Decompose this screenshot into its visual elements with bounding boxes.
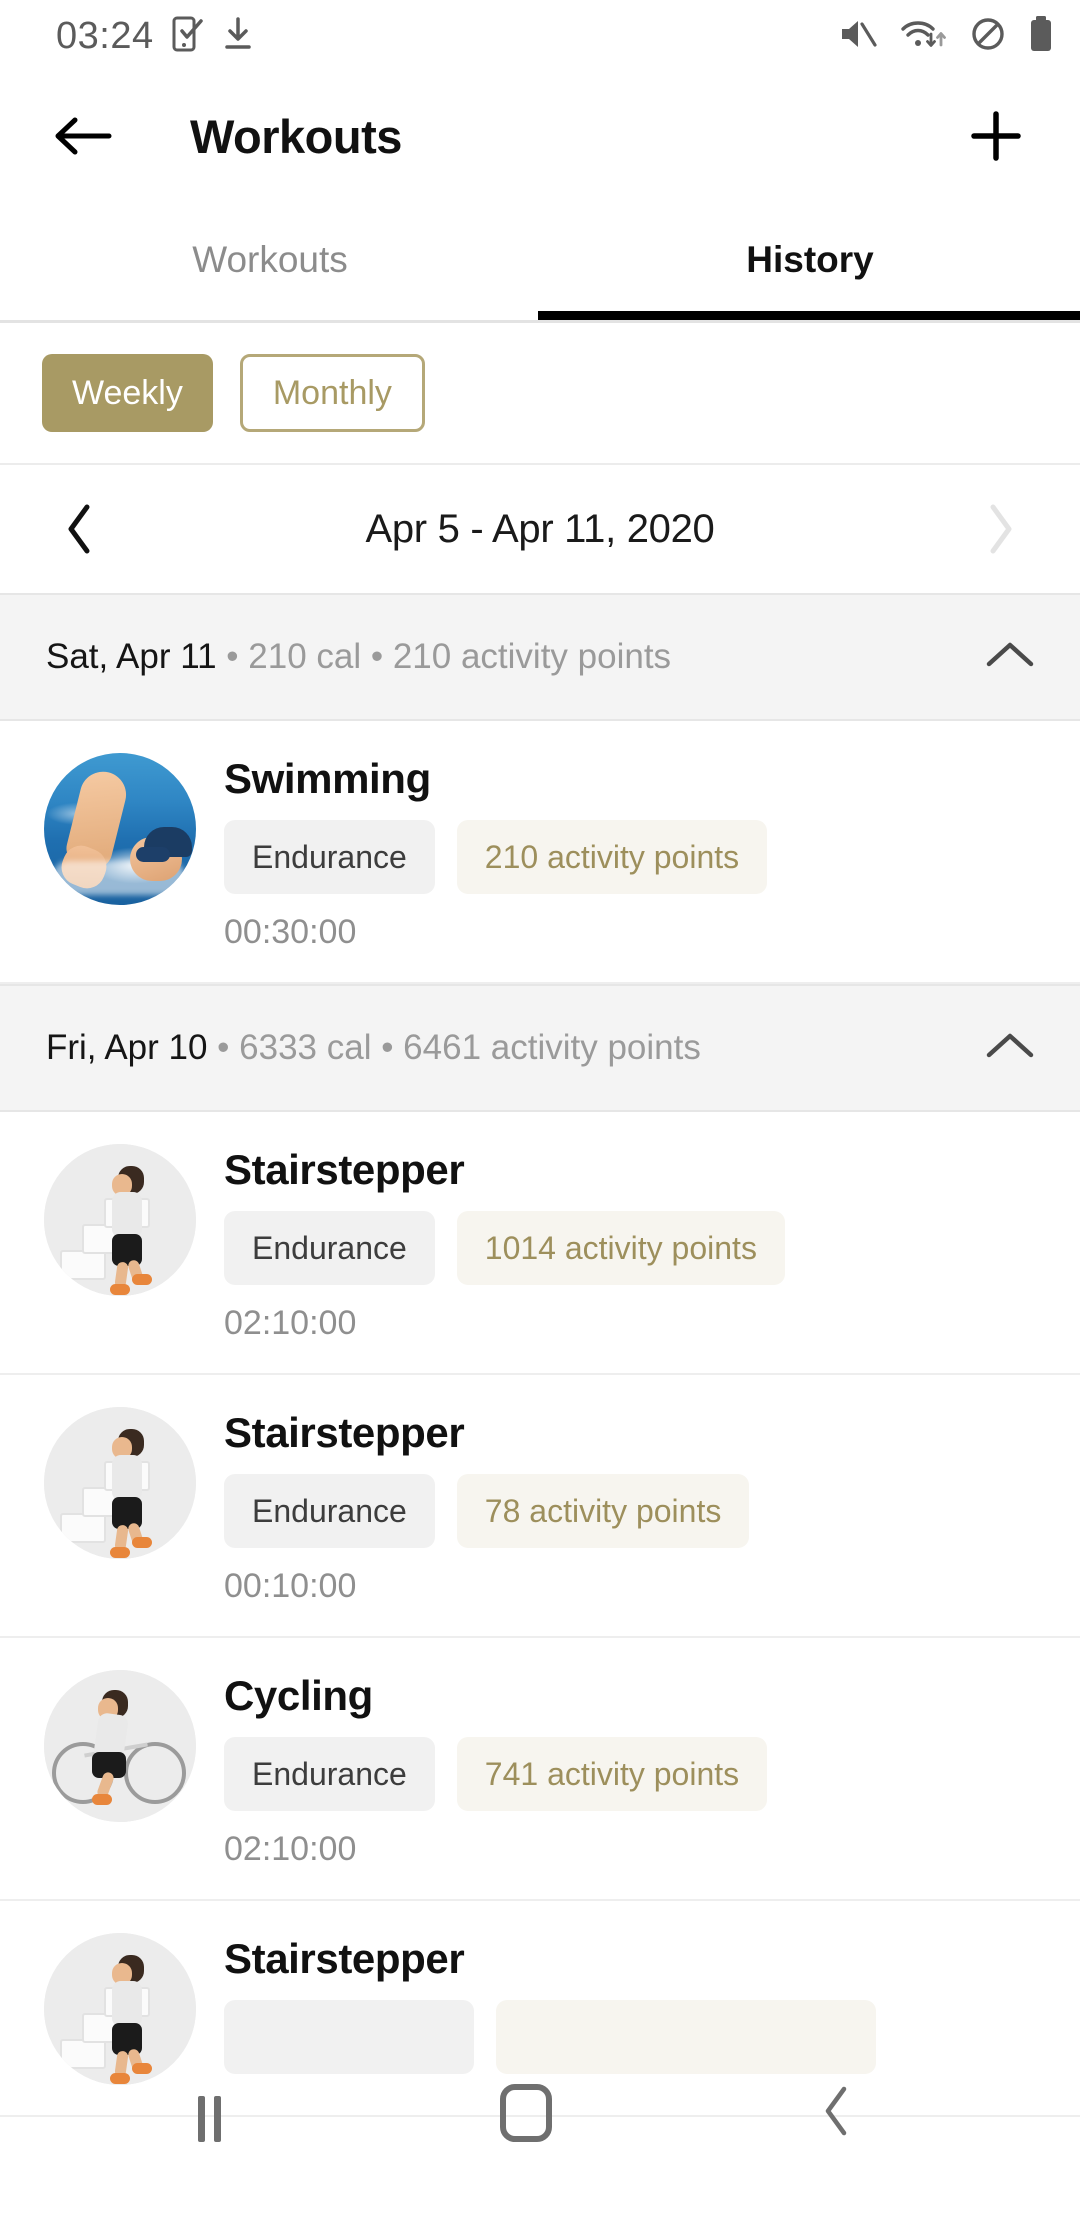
chevron-up-icon[interactable]: [984, 638, 1036, 677]
period-weekly-button[interactable]: Weekly: [42, 354, 213, 432]
tab-workouts-label: Workouts: [192, 239, 348, 280]
swimming-photo: [44, 753, 196, 905]
mute-icon: [838, 16, 878, 57]
home-icon[interactable]: [500, 2084, 552, 2142]
workout-body: Cycling Endurance 741 activity points 02…: [224, 1670, 1040, 1869]
workout-duration: 00:10:00: [224, 1567, 357, 1605]
period-weekly-label: Weekly: [72, 373, 183, 412]
download-icon: [222, 16, 254, 57]
workout-chips: Endurance 741 activity points: [224, 1737, 1040, 1811]
workout-body: Swimming Endurance 210 activity points 0…: [224, 753, 1040, 952]
workout-duration: 00:30:00: [224, 913, 357, 951]
back-button[interactable]: [52, 104, 116, 168]
workout-type-chip: Endurance: [224, 1474, 435, 1548]
day-header-meta: • 6333 cal • 6461 activity points: [207, 1028, 701, 1067]
workout-body: Stairstepper Endurance 78 activity point…: [224, 1407, 1040, 1606]
active-tab-indicator: [538, 311, 1080, 320]
period-monthly-label: Monthly: [272, 373, 392, 412]
workout-title: Stairstepper: [224, 1146, 465, 1193]
back-chevron-icon[interactable]: [820, 2085, 854, 2142]
workout-title: Stairstepper: [224, 1409, 465, 1456]
do-not-disturb-icon: [970, 16, 1006, 57]
workout-chips: [224, 2000, 1040, 2074]
workout-duration: 02:10:00: [224, 1304, 357, 1342]
workout-duration: 02:10:00: [224, 1830, 357, 1868]
status-bar-right: [838, 15, 1054, 58]
workout-type-chip: Endurance: [224, 1211, 435, 1285]
workout-thumbnail: [44, 753, 196, 905]
tab-history[interactable]: History: [540, 200, 1080, 320]
workout-type-chip: Endurance: [224, 820, 435, 894]
phone-check-icon: [172, 16, 204, 57]
workout-chips: Endurance 78 activity points: [224, 1474, 1040, 1548]
day-header[interactable]: Fri, Apr 10 • 6333 cal • 6461 activity p…: [0, 984, 1080, 1112]
workout-type-chip: Endurance: [224, 1737, 435, 1811]
workout-body: Stairstepper: [224, 1933, 1040, 2085]
wifi-icon: [900, 16, 948, 57]
tab-history-label: History: [746, 239, 874, 280]
workout-title: Swimming: [224, 755, 431, 802]
cycling-icon: [44, 1670, 196, 1822]
workout-chips: Endurance 1014 activity points: [224, 1211, 1040, 1285]
date-navigator: Apr 5 - Apr 11, 2020: [0, 465, 1080, 593]
stairstepper-icon: [44, 1933, 196, 2085]
tab-workouts[interactable]: Workouts: [0, 200, 540, 320]
workout-title: Stairstepper: [224, 1935, 465, 1982]
workout-points-chip: 1014 activity points: [456, 1211, 785, 1285]
day-header[interactable]: Sat, Apr 11 • 210 cal • 210 activity poi…: [0, 593, 1080, 721]
page-title: Workouts: [190, 109, 402, 163]
day-header-text: Sat, Apr 11 • 210 cal • 210 activity poi…: [46, 637, 984, 677]
workout-chips: Endurance 210 activity points: [224, 820, 1040, 894]
status-bar-left: 03:24: [56, 15, 254, 58]
status-bar-clock: 03:24: [56, 14, 154, 57]
period-toggle: Weekly Monthly: [0, 323, 1080, 463]
workout-points-chip: 78 activity points: [456, 1474, 750, 1548]
tab-bar: Workouts History: [0, 200, 1080, 320]
workout-points-chip: 210 activity points: [456, 820, 768, 894]
workout-row[interactable]: Cycling Endurance 741 activity points 02…: [0, 1638, 1080, 1901]
workout-thumbnail: [44, 1407, 196, 1559]
chevron-up-icon[interactable]: [984, 1029, 1036, 1068]
workout-points-chip: 741 activity points: [456, 1737, 768, 1811]
date-range-label: Apr 5 - Apr 11, 2020: [365, 506, 715, 551]
stairstepper-icon: [44, 1407, 196, 1559]
workout-row[interactable]: Stairstepper Endurance 78 activity point…: [0, 1375, 1080, 1638]
previous-week-button[interactable]: [52, 503, 108, 555]
workout-thumbnail: [44, 1933, 196, 2085]
workout-thumbnail: [44, 1144, 196, 1296]
workout-row[interactable]: Stairstepper Endurance 1014 activity poi…: [0, 1112, 1080, 1375]
add-workout-button[interactable]: [964, 104, 1028, 168]
day-header-date: Sat, Apr 11: [46, 637, 217, 676]
app-screen: 03:24 Workouts Workouts History Weekly M…: [0, 0, 1080, 2220]
workout-type-chip: [224, 2000, 474, 2074]
period-monthly-button[interactable]: Monthly: [239, 354, 425, 432]
day-header-text: Fri, Apr 10 • 6333 cal • 6461 activity p…: [46, 1028, 984, 1068]
workout-title: Cycling: [224, 1672, 373, 1719]
app-bar: Workouts: [0, 72, 1080, 200]
battery-icon: [1028, 15, 1054, 58]
next-week-button[interactable]: [972, 503, 1028, 555]
workout-thumbnail: [44, 1670, 196, 1822]
status-bar: 03:24: [0, 0, 1080, 72]
workout-row[interactable]: Swimming Endurance 210 activity points 0…: [0, 721, 1080, 984]
workout-points-chip: [496, 2000, 876, 2074]
workout-body: Stairstepper Endurance 1014 activity poi…: [224, 1144, 1040, 1343]
recents-icon[interactable]: [198, 2096, 221, 2142]
day-header-meta: • 210 cal • 210 activity points: [216, 637, 672, 676]
day-header-date: Fri, Apr 10: [46, 1028, 208, 1067]
stairstepper-icon: [44, 1144, 196, 1296]
